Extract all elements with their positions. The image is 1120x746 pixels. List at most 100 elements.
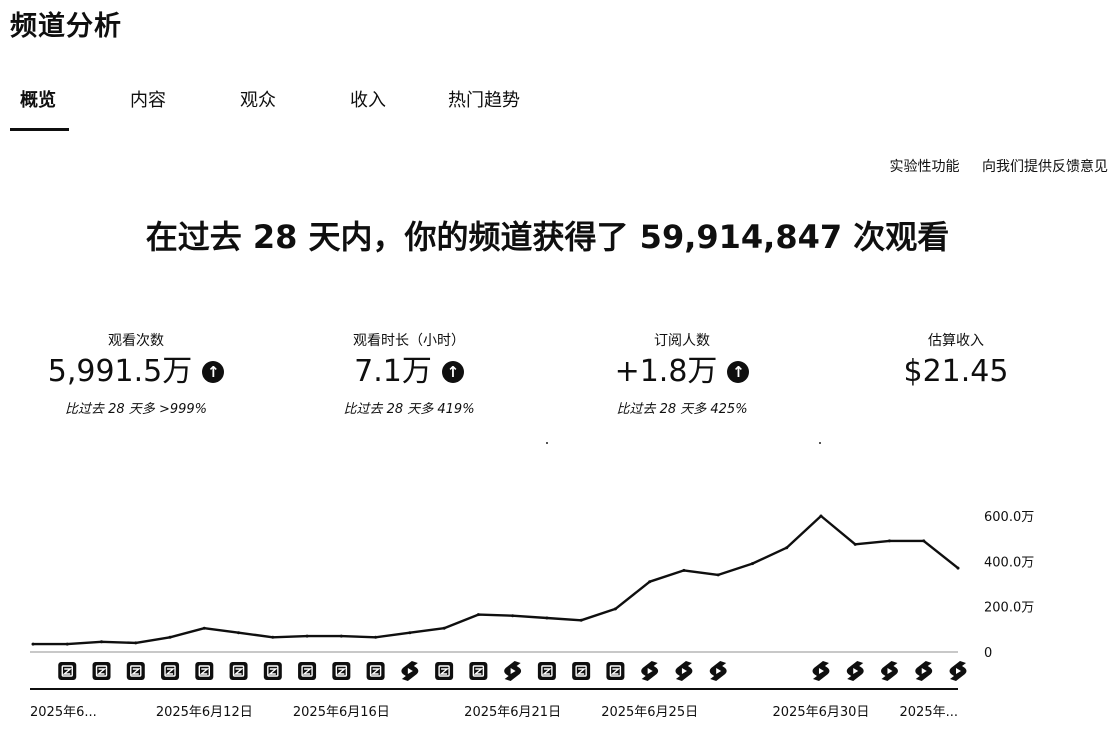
- metric-value-row: 7.1万 ↑: [354, 354, 464, 390]
- data-point: [922, 539, 926, 543]
- tab-content[interactable]: 内容: [130, 86, 166, 112]
- metric-value-row: +1.8万 ↑: [615, 354, 750, 390]
- data-point: [511, 614, 515, 618]
- x-tick-label: 2025年...: [900, 705, 958, 720]
- metric-value: $21.45: [903, 354, 1009, 389]
- data-point: [134, 641, 138, 645]
- y-tick-label: 0: [984, 646, 992, 661]
- data-point: [750, 562, 754, 566]
- video-icon: [469, 662, 488, 680]
- arrow-up-icon: ↑: [727, 361, 750, 383]
- data-point: [271, 635, 275, 639]
- metric-value: 7.1万: [354, 354, 432, 389]
- shorts-icon: [949, 661, 967, 681]
- shorts-icon: [641, 661, 659, 681]
- metric-views[interactable]: 观看次数 5,991.5万 ↑ 比过去 28 天多 >999%: [6, 330, 266, 417]
- data-point: [648, 580, 652, 584]
- tab-audience[interactable]: 观众: [240, 86, 276, 112]
- data-point: [65, 642, 69, 646]
- data-point: [682, 568, 686, 572]
- metric-watch-time[interactable]: 观看时长（小时） 7.1万 ↑ 比过去 28 天多 419%: [279, 330, 539, 417]
- video-icon: [366, 662, 385, 680]
- data-point: [887, 539, 891, 543]
- metric-compare: 比过去 28 天多 425%: [616, 402, 748, 417]
- metric-value-row: $21.45: [904, 354, 1009, 390]
- arrow-up-icon: ↑: [441, 361, 464, 383]
- x-tick-label: 2025年6月12日: [156, 705, 253, 720]
- header-links: 实验性功能 向我们提供反馈意见: [872, 156, 1108, 176]
- data-point: [785, 546, 789, 550]
- y-tick-label: 200.0万: [984, 601, 1034, 616]
- video-icon: [195, 662, 214, 680]
- metric-revenue[interactable]: 估算收入 $21.45: [826, 330, 1086, 398]
- video-icon: [92, 662, 111, 680]
- data-point: [374, 635, 378, 639]
- x-tick-label: 2025年6月30日: [773, 705, 870, 720]
- tab-trends[interactable]: 热门趋势: [448, 86, 520, 112]
- video-icon: [263, 662, 282, 680]
- data-point: [100, 640, 104, 644]
- data-point: [168, 635, 172, 639]
- shorts-icon: [812, 661, 830, 681]
- metric-label: 观看时长（小时）: [353, 333, 465, 349]
- metric-label: 观看次数: [108, 333, 164, 349]
- video-icon: [298, 662, 317, 680]
- video-icon: [572, 662, 591, 680]
- send-feedback-link[interactable]: 向我们提供反馈意见: [982, 159, 1108, 175]
- views-headline: 在过去 28 天内，你的频道获得了 59,914,847 次观看: [145, 218, 950, 256]
- tooltip-dot: [819, 442, 821, 444]
- data-point: [613, 607, 617, 611]
- page-title: 频道分析: [10, 11, 122, 42]
- experimental-features-link[interactable]: 实验性功能: [890, 159, 960, 175]
- x-tick-label: 2025年6月16日: [293, 705, 390, 720]
- shorts-icon: [880, 661, 898, 681]
- shorts-icon: [915, 661, 933, 681]
- video-icon: [126, 662, 145, 680]
- data-point: [305, 634, 309, 638]
- shorts-icon: [709, 661, 727, 681]
- metric-compare: 比过去 28 天多 >999%: [65, 402, 207, 417]
- video-icon: [537, 662, 556, 680]
- video-icon: [58, 662, 77, 680]
- x-tick-label: 2025年6...: [30, 705, 97, 720]
- metric-subscribers[interactable]: 订阅人数 +1.8万 ↑ 比过去 28 天多 425%: [552, 330, 812, 417]
- video-icon: [161, 662, 180, 680]
- arrow-up-icon: ↑: [202, 361, 225, 383]
- data-point: [819, 514, 823, 518]
- metric-label: 估算收入: [928, 333, 984, 349]
- video-icon: [332, 662, 351, 680]
- y-tick-label: 400.0万: [984, 555, 1034, 570]
- metric-label: 订阅人数: [654, 333, 710, 349]
- active-tab-indicator: [10, 128, 69, 131]
- shorts-icon: [504, 661, 522, 681]
- metric-value: +1.8万: [614, 354, 718, 389]
- metric-compare: 比过去 28 天多 419%: [343, 402, 475, 417]
- x-tick-label: 2025年6月21日: [464, 705, 561, 720]
- shorts-icon: [401, 661, 419, 681]
- tab-bar: 概览 内容 观众 收入 热门趋势: [0, 86, 600, 132]
- data-point: [202, 626, 206, 630]
- y-tick-label: 600.0万: [984, 510, 1034, 525]
- data-point: [716, 573, 720, 577]
- video-icon: [606, 662, 625, 680]
- data-point: [853, 542, 857, 546]
- data-point: [31, 642, 35, 646]
- views-series-line: [33, 514, 959, 646]
- data-point: [476, 613, 480, 617]
- data-point: [237, 631, 241, 635]
- data-point: [408, 631, 412, 635]
- metric-value: 5,991.5万: [47, 354, 193, 389]
- video-icon: [435, 662, 454, 680]
- shorts-icon: [675, 661, 693, 681]
- video-icon: [229, 662, 248, 680]
- metric-value-row: 5,991.5万 ↑: [48, 354, 225, 390]
- data-point: [442, 626, 446, 630]
- tab-revenue[interactable]: 收入: [350, 86, 386, 112]
- data-point: [956, 566, 960, 570]
- views-chart[interactable]: 600.0万 400.0万 200.0万 0 2025年6... 2025年6月12日 20…: [0, 490, 1120, 730]
- tab-overview[interactable]: 概览: [20, 86, 56, 112]
- shorts-icon: [846, 661, 864, 681]
- data-point: [339, 634, 343, 638]
- tooltip-dot: [546, 442, 548, 444]
- data-point: [579, 618, 583, 622]
